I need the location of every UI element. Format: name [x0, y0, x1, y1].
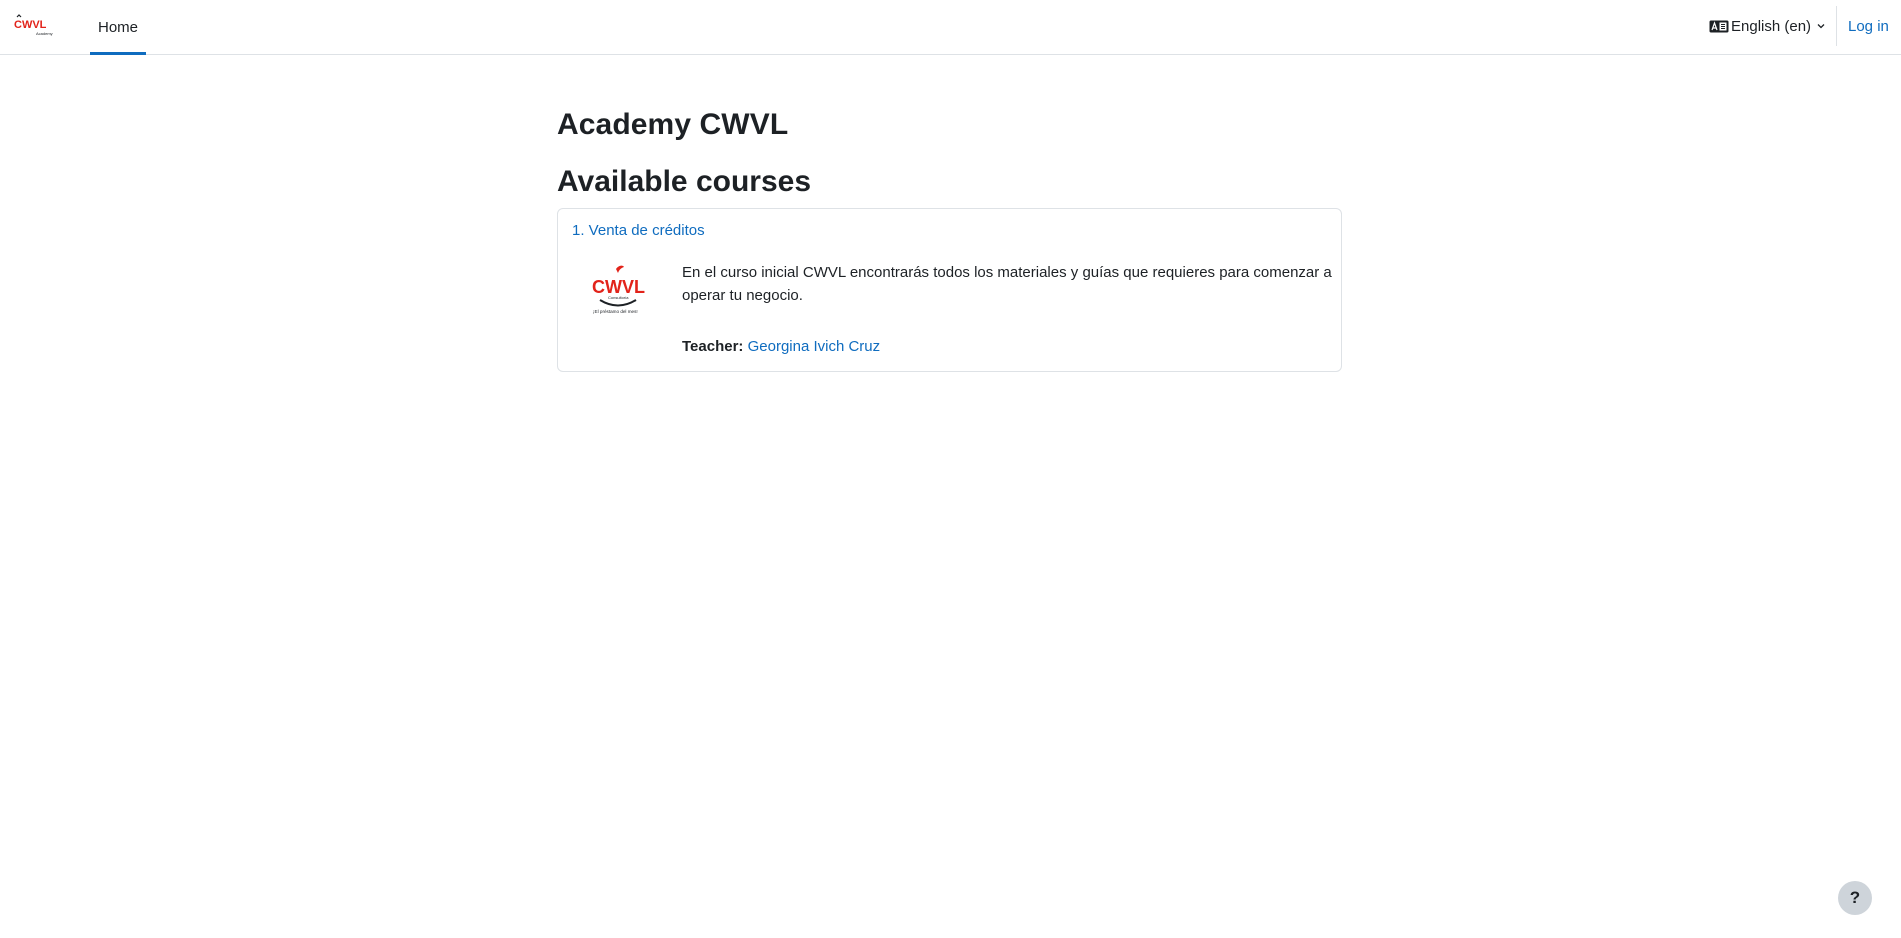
main-content: Academy CWVL Available courses 1. Venta … — [557, 104, 1342, 372]
course-summary: En el curso inicial CWVL encontrarás tod… — [682, 264, 1332, 304]
teacher-name-link[interactable]: Georgina Ivich Cruz — [748, 338, 881, 355]
section-title: Available courses — [557, 165, 812, 198]
course-teacher: Teacher: Georgina Ivich Cruz — [682, 338, 880, 355]
navbar-divider — [1836, 6, 1837, 46]
svg-text:¡El préstamo del mes!: ¡El préstamo del mes! — [593, 309, 638, 314]
nav-home-link[interactable]: Home — [90, 0, 146, 55]
course-card: 1. Venta de créditos CWVL Consultoría ¡E… — [557, 208, 1342, 372]
cwvl-logo-icon: CWVL Academy — [14, 14, 53, 36]
question-icon: ? — [1849, 888, 1861, 907]
teacher-label: Teacher: — [682, 338, 744, 355]
page-title: Academy CWVL — [557, 108, 789, 141]
login-link[interactable]: Log in — [1848, 0, 1889, 52]
help-button[interactable]: ? — [1838, 881, 1872, 915]
chevron-down-icon — [1817, 24, 1825, 29]
svg-text:Consultoría: Consultoría — [608, 295, 629, 300]
svg-text:Academy: Academy — [36, 31, 53, 36]
course-image[interactable]: CWVL Consultoría ¡El préstamo del mes! — [588, 263, 648, 323]
language-label: English (en) — [1731, 17, 1812, 35]
site-logo[interactable]: CWVL Academy — [14, 14, 58, 38]
language-selector[interactable]: English (en) — [1709, 0, 1826, 52]
svg-text:CWVL: CWVL — [14, 19, 47, 31]
language-icon — [1709, 20, 1729, 32]
course-name-link[interactable]: 1. Venta de créditos — [572, 222, 705, 239]
top-navbar: CWVL Academy Home English (en) Log in — [0, 0, 1901, 55]
svg-text:CWVL: CWVL — [592, 277, 645, 297]
